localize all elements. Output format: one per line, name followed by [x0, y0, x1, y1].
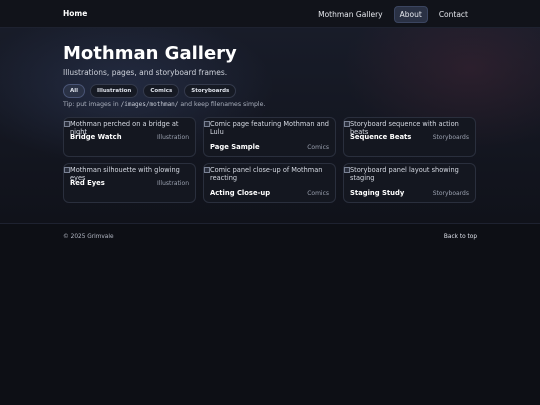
card-category: Illustration	[156, 134, 189, 141]
image-alt-text: Comic panel close-up of Mothman reacting	[210, 166, 323, 182]
card-category: Storyboards	[432, 134, 469, 141]
main-nav: Mothman Gallery About Contact	[313, 6, 473, 23]
filter-all[interactable]: All	[63, 84, 86, 98]
back-to-top-link[interactable]: Back to top	[444, 234, 477, 240]
tip-suffix: and keep filenames simple.	[180, 101, 266, 108]
gallery-card[interactable]: Comic page featuring Mothman and Lulu Pa…	[203, 117, 336, 157]
card-category: Storyboards	[432, 190, 469, 197]
filter-illustration[interactable]: Illustration	[90, 84, 139, 98]
filter-comics[interactable]: Comics	[143, 84, 180, 98]
nav-item-contact[interactable]: Contact	[434, 7, 473, 22]
card-category: Illustration	[156, 180, 189, 187]
broken-image: Comic panel close-up of Mothman reacting	[204, 166, 329, 182]
filter-storyboards[interactable]: Storyboards	[184, 84, 237, 98]
tip-path: /images/mothman/	[120, 101, 179, 108]
tip-text: Tip: put images in /images/mothman/ and …	[63, 101, 265, 108]
tip-prefix: Tip: put images in	[63, 101, 119, 108]
card-category: Comics	[307, 144, 329, 151]
nav-item-about[interactable]: About	[393, 6, 428, 23]
broken-image: Comic page featuring Mothman and Lulu	[204, 120, 329, 136]
gallery-card[interactable]: Mothman silhouette with glowing eyes Red…	[63, 163, 196, 203]
nav-item-mothman-gallery[interactable]: Mothman Gallery	[313, 7, 388, 22]
broken-image: Storyboard panel layout showing staging	[344, 166, 469, 182]
page-subtitle: Illustrations, pages, and storyboard fra…	[63, 68, 228, 77]
gallery-card[interactable]: Storyboard panel layout showing staging …	[343, 163, 476, 203]
top-nav-bar: Home Mothman Gallery About Contact	[0, 0, 540, 28]
card-title: Red Eyes	[70, 179, 105, 187]
footer-copyright: © 2025 Grimvale	[63, 234, 114, 240]
home-link[interactable]: Home	[63, 9, 87, 18]
card-category: Comics	[307, 190, 329, 197]
category-filters: All Illustration Comics Storyboards	[63, 84, 237, 98]
card-title: Page Sample	[210, 143, 260, 151]
page-title: Mothman Gallery	[63, 43, 237, 64]
image-alt-text: Storyboard panel layout showing staging	[350, 166, 459, 182]
card-title: Bridge Watch	[70, 133, 122, 141]
image-alt-text: Comic page featuring Mothman and Lulu	[210, 120, 329, 136]
card-title: Sequence Beats	[350, 133, 412, 141]
card-title: Staging Study	[350, 189, 405, 197]
gallery-card[interactable]: Storyboard sequence with action beats Se…	[343, 117, 476, 157]
card-title: Acting Close-up	[210, 189, 271, 197]
gallery-card[interactable]: Comic panel close-up of Mothman reacting…	[203, 163, 336, 203]
gallery-card[interactable]: Mothman perched on a bridge at night Bri…	[63, 117, 196, 157]
